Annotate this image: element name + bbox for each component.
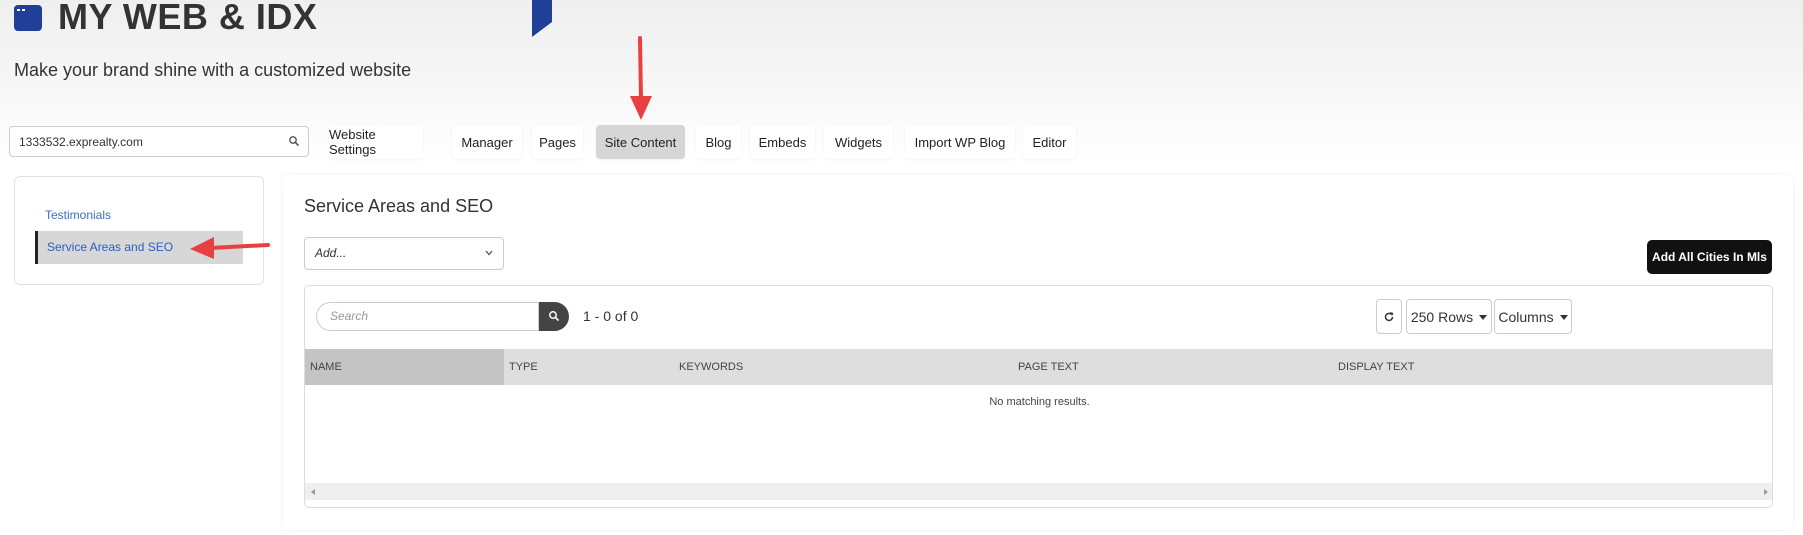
page-title: MY WEB & IDX xyxy=(58,0,318,37)
window-icon xyxy=(14,5,42,31)
refresh-icon xyxy=(1384,311,1394,321)
scroll-right-icon[interactable] xyxy=(1764,489,1768,495)
search-icon xyxy=(549,311,560,322)
page-subtitle: Make your brand shine with a customized … xyxy=(14,60,412,80)
add-all-cities-button[interactable]: Add All Cities In Mls xyxy=(1647,240,1772,274)
main-panel: Service Areas and SEO Add... Add All Cit… xyxy=(283,175,1793,530)
domain-search-box[interactable] xyxy=(9,126,309,157)
tab-widgets[interactable]: Widgets xyxy=(824,125,893,159)
column-header-display-text[interactable]: DISPLAY TEXT xyxy=(1338,349,1414,385)
tab-editor[interactable]: Editor xyxy=(1023,125,1076,159)
domain-input[interactable] xyxy=(10,127,280,156)
scroll-left-icon[interactable] xyxy=(311,489,315,495)
columns-label: Columns xyxy=(1498,308,1554,325)
horizontal-scrollbar[interactable] xyxy=(305,483,1772,500)
section-title: Service Areas and SEO xyxy=(304,196,494,216)
table-header: NAME TYPE KEYWORDS PAGE TEXT DISPLAY TEX… xyxy=(305,349,1772,385)
annotation-arrow-down xyxy=(630,36,652,120)
caret-down-icon xyxy=(1559,315,1568,320)
caret-down-icon xyxy=(1479,315,1488,320)
tab-embeds[interactable]: Embeds xyxy=(750,125,815,159)
table-search-button[interactable] xyxy=(539,302,569,331)
tab-manager[interactable]: Manager xyxy=(452,125,522,159)
column-header-type[interactable]: TYPE xyxy=(509,349,538,385)
add-dropdown-label: Add... xyxy=(315,246,347,260)
tab-import-wp-blog[interactable]: Import WP Blog xyxy=(905,125,1015,159)
sidebar: Testimonials Service Areas and SEO xyxy=(14,176,264,285)
tab-blog[interactable]: Blog xyxy=(696,125,741,159)
ribbon-decoration xyxy=(532,0,552,37)
rows-per-page-label: 250 Rows xyxy=(1410,308,1474,325)
chevron-down-icon xyxy=(485,250,493,256)
search-icon[interactable] xyxy=(288,135,300,147)
column-header-keywords[interactable]: KEYWORDS xyxy=(679,349,743,385)
columns-button[interactable]: Columns xyxy=(1494,299,1572,334)
column-header-page-text[interactable]: PAGE TEXT xyxy=(1018,349,1079,385)
empty-state: No matching results. xyxy=(989,396,1090,408)
add-dropdown[interactable]: Add... xyxy=(304,237,504,270)
tab-website-settings[interactable]: Website Settings xyxy=(329,125,423,159)
column-header-name[interactable]: NAME xyxy=(305,349,504,385)
pagination-count: 1 - 0 of 0 xyxy=(583,308,639,324)
annotation-arrow-left xyxy=(190,237,270,259)
table-search-input[interactable]: Search xyxy=(316,302,539,331)
refresh-button[interactable] xyxy=(1376,299,1402,334)
tab-site-content[interactable]: Site Content xyxy=(596,125,685,159)
tab-pages[interactable]: Pages xyxy=(532,125,583,159)
sidebar-item-testimonials[interactable]: Testimonials xyxy=(45,208,111,222)
rows-per-page-button[interactable]: 250 Rows xyxy=(1406,299,1492,334)
data-table: Search 1 - 0 of 0 250 Rows Columns NAME … xyxy=(304,285,1773,508)
